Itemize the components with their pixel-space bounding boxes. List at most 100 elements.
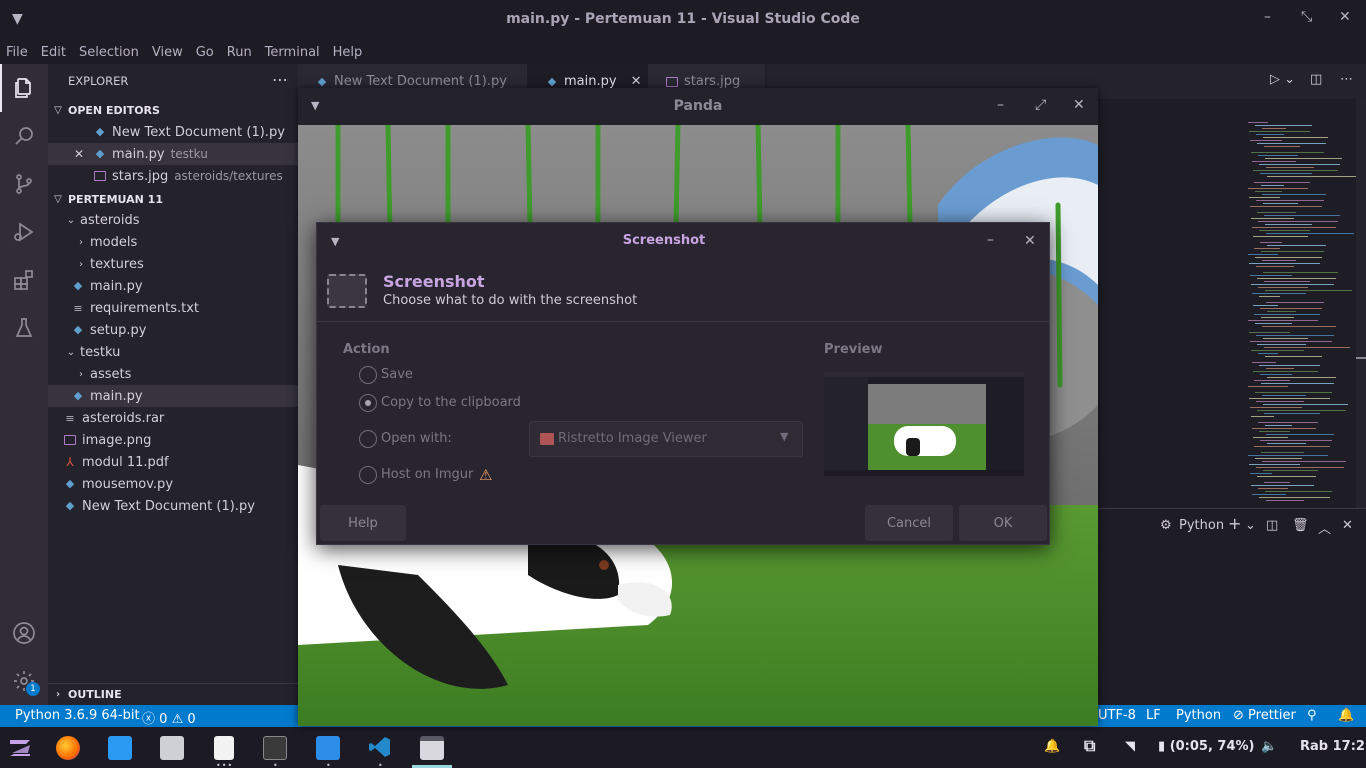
file-asteroids-rar[interactable]: ≡ asteroids.rar	[48, 407, 298, 429]
close-icon[interactable]: ✕	[1073, 97, 1085, 113]
menu-go[interactable]: Go	[196, 45, 214, 60]
source-control-icon[interactable]	[0, 160, 48, 208]
encoding[interactable]: UTF-8	[1098, 708, 1136, 723]
document-viewer-icon[interactable]	[214, 736, 234, 760]
python-interpreter[interactable]: Python 3.6.9 64-bit	[15, 708, 140, 723]
trash-icon[interactable]: 🗑	[1292, 518, 1309, 533]
file-main-py[interactable]: ◆ main.py	[48, 275, 298, 297]
terminal-name[interactable]: Python	[1179, 518, 1224, 533]
maximize-icon[interactable]: ⤢	[1035, 97, 1046, 113]
run-file-icon[interactable]: ▷ ⌄	[1270, 72, 1295, 87]
menu-file[interactable]: File	[6, 45, 28, 60]
end-of-line[interactable]: LF	[1146, 708, 1161, 723]
minimap-line	[1261, 452, 1304, 453]
extensions-icon[interactable]	[0, 256, 48, 304]
cancel-button[interactable]: Cancel	[865, 505, 953, 541]
close-panel-icon[interactable]: ✕	[1342, 518, 1353, 533]
chevron-right-icon: ›	[79, 236, 83, 248]
files-icon[interactable]	[160, 736, 184, 760]
chevron-down-icon[interactable]: ⌄	[1245, 518, 1256, 533]
prettier-status[interactable]: ⊘ Prettier	[1233, 708, 1296, 723]
close-tab-icon[interactable]: ✕	[631, 74, 642, 89]
bell-icon[interactable]: 🔔	[1044, 739, 1060, 754]
firefox-icon[interactable]	[56, 736, 80, 760]
wifi-icon[interactable]: ◥	[1125, 739, 1135, 754]
help-button[interactable]: Help	[320, 505, 406, 541]
menu-terminal[interactable]: Terminal	[265, 45, 320, 60]
clock[interactable]: Rab 17:22	[1300, 739, 1366, 754]
run-debug-icon[interactable]	[0, 208, 48, 256]
open-with-select[interactable]: Ristretto Image Viewer ▼	[529, 421, 803, 457]
file-image-png[interactable]: image.png	[48, 429, 298, 451]
minimap[interactable]	[1240, 118, 1356, 508]
open-with-app-name: Ristretto Image Viewer	[558, 431, 707, 446]
open-editors-section[interactable]: ▽ OPEN EDITORS	[48, 99, 298, 121]
menu-selection[interactable]: Selection	[79, 45, 139, 60]
file-setup-py[interactable]: ◆ setup.py	[48, 319, 298, 341]
settings-gear-icon[interactable]	[0, 657, 48, 705]
live-share-icon[interactable]: ⚲	[1307, 708, 1317, 723]
panda-window-icon[interactable]	[420, 736, 444, 760]
software-store-icon[interactable]	[108, 736, 132, 760]
minimize-icon[interactable]: –	[1264, 9, 1271, 25]
problems-indicator[interactable]: ⓧ 0 ⚠ 0	[142, 708, 196, 727]
menu-help[interactable]: Help	[333, 45, 363, 60]
testing-icon[interactable]	[0, 304, 48, 352]
minimap-line	[1249, 464, 1300, 465]
more-actions-icon[interactable]: ⋯	[1340, 72, 1353, 87]
explorer-icon[interactable]	[0, 64, 48, 112]
terminal-app-icon[interactable]	[263, 736, 287, 760]
file-modul-pdf[interactable]: ⅄ modul 11.pdf	[48, 451, 298, 473]
folder-asteroids[interactable]: ⌄ asteroids	[48, 209, 298, 231]
account-icon[interactable]	[0, 609, 48, 657]
file-mousemov-py[interactable]: ◆ mousemov.py	[48, 473, 298, 495]
scroll-thumb[interactable]	[1356, 357, 1366, 359]
file-new-text-document[interactable]: ◆ New Text Document (1).py	[48, 495, 298, 517]
chevron-right-icon: ›	[79, 258, 83, 270]
outline-section[interactable]: › OUTLINE	[48, 683, 298, 705]
close-icon[interactable]: ✕	[1024, 233, 1036, 249]
close-editor-icon[interactable]: ✕	[74, 147, 94, 161]
open-editor-item[interactable]: stars.jpg asteroids/textures	[48, 165, 298, 187]
split-editor-icon[interactable]: ◫	[1310, 72, 1322, 87]
file-testku-main-py[interactable]: ◆ main.py	[48, 385, 298, 407]
folder-assets[interactable]: › assets	[48, 363, 298, 385]
imgur-radio[interactable]	[359, 466, 377, 484]
minimize-icon[interactable]: –	[997, 97, 1004, 113]
open-with-radio[interactable]	[359, 430, 377, 448]
share-app-icon[interactable]	[316, 736, 340, 760]
battery-status[interactable]: ▮ (0:05, 74%)	[1158, 739, 1255, 754]
minimap-line	[1263, 338, 1308, 339]
tree-label: main.py	[90, 388, 143, 404]
maximize-panel-icon[interactable]: ︿	[1318, 518, 1331, 537]
menu-run[interactable]: Run	[227, 45, 252, 60]
language-mode[interactable]: Python	[1176, 708, 1221, 723]
menu-view[interactable]: View	[152, 45, 183, 60]
volume-icon[interactable]: 🔈	[1261, 739, 1277, 754]
close-icon[interactable]: ✕	[1339, 9, 1351, 25]
folder-textures[interactable]: › textures	[48, 253, 298, 275]
more-actions-icon[interactable]: ⋯	[272, 70, 288, 89]
folder-models[interactable]: › models	[48, 231, 298, 253]
split-terminal-icon[interactable]: ◫	[1266, 518, 1278, 533]
clipboard-radio[interactable]	[359, 394, 377, 412]
minimize-icon[interactable]: –	[987, 232, 994, 248]
open-editor-item[interactable]: ✕ ◆ main.py testku	[48, 143, 298, 165]
workspace-section[interactable]: ▽ PERTEMUAN 11	[48, 188, 298, 210]
restore-icon[interactable]: ⤡	[1301, 9, 1312, 25]
file-requirements[interactable]: ≡ requirements.txt	[48, 297, 298, 319]
open-editor-item[interactable]: ◆ New Text Document (1).py	[48, 121, 298, 143]
new-terminal-icon[interactable]: +	[1228, 514, 1241, 533]
editor-scrollbar[interactable]	[1356, 99, 1366, 509]
search-icon[interactable]	[0, 112, 48, 160]
screen-share-icon[interactable]: ⧉	[1084, 736, 1095, 756]
notifications-icon[interactable]: 🔔	[1338, 708, 1354, 723]
minimap-line	[1264, 347, 1350, 348]
minimap-line	[1264, 215, 1340, 216]
menu-edit[interactable]: Edit	[41, 45, 66, 60]
vscode-icon[interactable]	[368, 735, 392, 759]
save-radio[interactable]	[359, 366, 377, 384]
ok-button[interactable]: OK	[959, 505, 1047, 541]
zorin-menu-icon[interactable]	[6, 735, 34, 761]
folder-testku[interactable]: ⌄ testku	[48, 341, 298, 363]
